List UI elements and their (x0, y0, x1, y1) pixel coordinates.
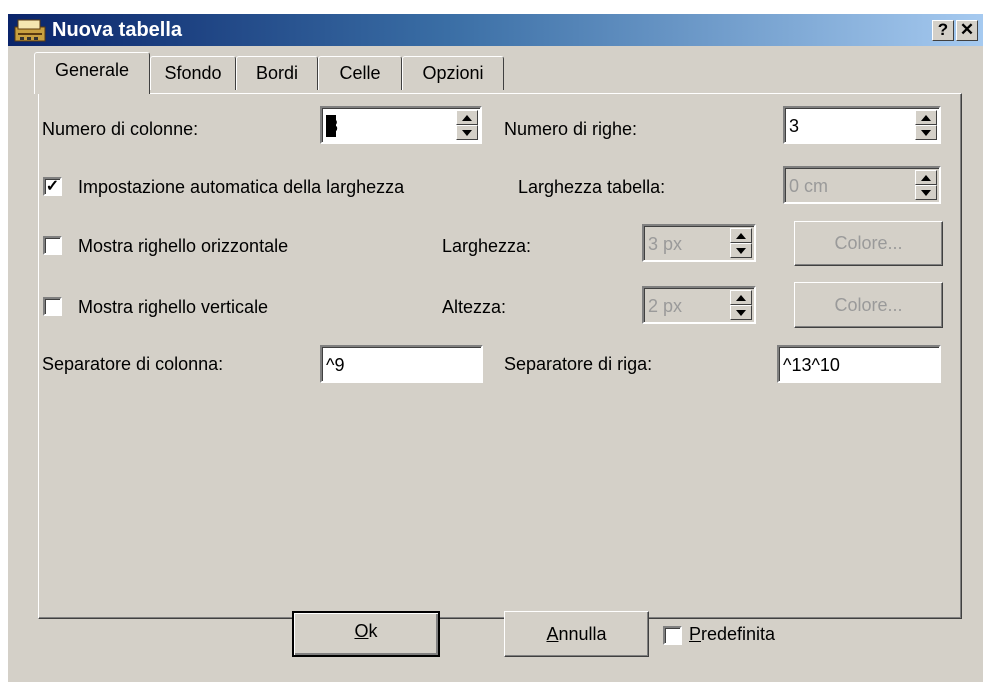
cancel-button[interactable]: Annulla (504, 611, 649, 657)
spin-up-icon[interactable] (456, 110, 478, 125)
rows-input[interactable]: 3 (783, 106, 941, 144)
table-width-spinner[interactable] (915, 170, 937, 200)
tab-sfondo[interactable]: Sfondo (150, 56, 236, 90)
spin-down-icon[interactable] (730, 305, 752, 320)
spin-down-icon[interactable] (456, 125, 478, 140)
rows-label: Numero di righe: (504, 119, 638, 139)
h-ruler-label: Mostra righello orizzontale (78, 236, 289, 256)
ruler-width-spinner[interactable] (730, 228, 752, 258)
columns-input[interactable]: 3 (320, 106, 482, 144)
color-button-2[interactable]: Colore... (794, 282, 943, 328)
table-width-label: Larghezza tabella: (518, 177, 666, 197)
spin-up-icon[interactable] (915, 110, 937, 125)
ok-button[interactable]: Ok (292, 611, 440, 657)
spin-down-icon[interactable] (915, 125, 937, 140)
tab-bordi[interactable]: Bordi (236, 56, 318, 90)
title-bar[interactable]: Nuova tabella ? ✕ (8, 14, 983, 46)
tab-opzioni[interactable]: Opzioni (402, 56, 504, 90)
auto-width-label: Impostazione automatica della larghezza (78, 177, 405, 197)
spin-down-icon[interactable] (730, 243, 752, 258)
rows-spinner[interactable] (915, 110, 937, 140)
default-label: Predefinita (689, 624, 776, 644)
dialog-window: Nuova tabella ? ✕ Generale Sfondo Bordi … (7, 13, 983, 682)
ruler-width-label: Larghezza: (442, 236, 532, 256)
auto-width-checkbox[interactable]: ✓ (43, 177, 62, 196)
row-sep-input[interactable]: ^13^10 (777, 345, 941, 383)
ruler-height-input[interactable]: 2 px (642, 286, 756, 324)
col-sep-input[interactable]: ^9 (320, 345, 483, 383)
tab-generale[interactable]: Generale (34, 52, 150, 94)
row-sep-label: Separatore di riga: (504, 354, 653, 374)
window-title: Nuova tabella (52, 19, 183, 41)
color-button-1[interactable]: Colore... (794, 221, 943, 266)
columns-label: Numero di colonne: (42, 119, 199, 139)
h-ruler-checkbox[interactable] (43, 236, 62, 255)
spin-up-icon[interactable] (915, 170, 937, 185)
spin-up-icon[interactable] (730, 290, 752, 305)
app-typewriter-icon (14, 19, 46, 42)
ruler-width-input[interactable]: 3 px (642, 224, 756, 262)
close-button[interactable]: ✕ (956, 20, 978, 41)
help-button[interactable]: ? (932, 20, 954, 41)
ruler-height-spinner[interactable] (730, 290, 752, 320)
spin-down-icon[interactable] (915, 185, 937, 200)
columns-spinner[interactable] (456, 110, 478, 140)
v-ruler-checkbox[interactable] (43, 297, 62, 316)
v-ruler-label: Mostra righello verticale (78, 297, 269, 317)
col-sep-label: Separatore di colonna: (42, 354, 224, 374)
table-width-input[interactable]: 0 cm (783, 166, 941, 204)
tab-celle[interactable]: Celle (318, 56, 402, 90)
spin-up-icon[interactable] (730, 228, 752, 243)
ruler-height-label: Altezza: (442, 297, 507, 317)
default-checkbox[interactable] (663, 626, 682, 645)
